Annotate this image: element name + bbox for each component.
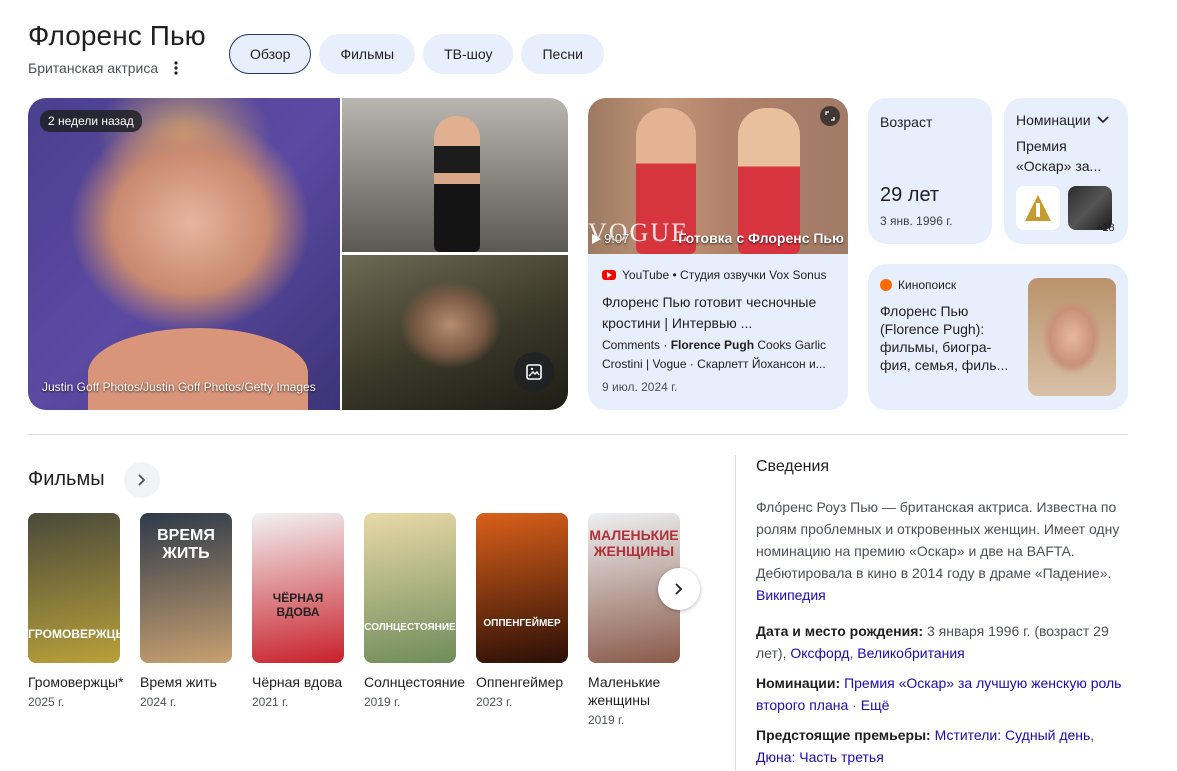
film-title: Время жить [140, 674, 217, 690]
fact-birth: Дата и место рождения: 3 января 1996 г. … [756, 623, 1109, 661]
about-description: Фло́ренс Роуз Пью — британская актриса. … [756, 499, 1120, 603]
video-snippet: Comments · Florence Pugh Cooks Garlic Cr… [602, 338, 827, 371]
subtitle: Британская актриса [28, 60, 159, 76]
photo-bottom-right[interactable] [342, 255, 568, 410]
tab-bar: Обзор Фильмы ТВ-шоу Песни [229, 34, 604, 74]
vertical-divider [735, 455, 736, 771]
video-date: 9 июл. 2024 г. [602, 380, 678, 394]
upcoming-link-2[interactable]: Дюна: Часть третья [756, 749, 884, 765]
expand-icon[interactable] [820, 106, 840, 126]
main-photo[interactable]: 2 недели назад Justin Goff Photos/Justin… [28, 98, 340, 410]
film-title: Чёрная вдова [252, 674, 343, 690]
kinopoisk-photo[interactable] [1028, 278, 1116, 396]
youtube-icon [602, 270, 616, 280]
film-year: 2024 г. [140, 695, 177, 709]
chevron-right-icon [675, 583, 683, 595]
film-card[interactable]: ГРОМОВЕРЖЦЫ Громовержцы* 2025 г. [28, 513, 124, 709]
film-card[interactable]: СОЛНЦЕСТОЯНИЕ Солнцестояние 2019 г. [364, 513, 466, 709]
film-poster: ОППЕНГЕЙМЕР [476, 513, 568, 663]
film-poster: ЧЁРНАЯ ВДОВА [252, 513, 344, 663]
chevron-right-icon [138, 474, 146, 486]
tab-overview[interactable]: Обзор [229, 34, 312, 74]
page-title: Флоренс Пью [28, 20, 206, 51]
oscar-icon[interactable] [1016, 186, 1060, 230]
tab-songs[interactable]: Песни [521, 34, 604, 74]
oxford-link[interactable]: Оксфорд [790, 645, 849, 661]
film-poster: ВРЕМЯ ЖИТЬ [140, 513, 232, 663]
age-label: Возраст [880, 114, 933, 130]
film-year: 2021 г. [252, 695, 289, 709]
video-duration: 9:07 [592, 231, 629, 246]
kinopoisk-card[interactable]: Кинопоиск Флоренс Пью (Florence Pugh): ф… [868, 264, 1128, 410]
film-card[interactable]: МАЛЕНЬКИЕ ЖЕНЩИНЫ Маленькие женщины 2019… [588, 513, 682, 727]
kinopoisk-icon [880, 279, 892, 291]
kinopoisk-source: Кинопоиск [880, 278, 956, 292]
film-year: 2023 г. [476, 695, 513, 709]
divider [28, 434, 1128, 435]
film-poster: СОЛНЦЕСТОЯНИЕ [364, 513, 456, 663]
uk-link[interactable]: Великобритания [857, 645, 965, 661]
birth-date: 3 янв. 1996 г. [880, 214, 953, 228]
film-title: Оппенгеймер [476, 674, 564, 690]
fact-nominations: Номинации: Премия «Оскар» за лучшую женс… [756, 675, 1122, 713]
play-icon [592, 233, 601, 244]
kinopoisk-title[interactable]: Флоренс Пью (Florence Pugh): фильмы, био… [880, 302, 1020, 374]
film-title: Громовержцы* [28, 674, 124, 690]
image-gallery-icon[interactable] [514, 352, 554, 392]
more-count: +18 [1096, 222, 1115, 234]
fact-upcoming: Предстоящие премьеры: Мстители: Судный д… [756, 727, 1095, 765]
video-card[interactable]: VOGUE 9:07 Готовка с Флоренс Пью YouTube… [588, 98, 848, 410]
photo-top-right[interactable] [342, 98, 568, 252]
image-collage: 2 недели назад Justin Goff Photos/Justin… [28, 98, 568, 410]
subtitle-row: Британская актриса [28, 60, 184, 76]
film-card[interactable]: ВРЕМЯ ЖИТЬ Время жить 2024 г. [140, 513, 234, 709]
films-more-button[interactable] [124, 462, 160, 498]
tab-films[interactable]: Фильмы [319, 34, 416, 74]
photo-credit: Justin Goff Photos/Justin Goff Photos/Ge… [42, 380, 316, 394]
video-caption: Готовка с Флоренс Пью [678, 230, 844, 246]
film-year: 2019 г. [364, 695, 401, 709]
film-year: 2025 г. [28, 695, 65, 709]
carousel-next-button[interactable] [658, 568, 700, 610]
time-badge: 2 недели назад [40, 110, 142, 132]
film-title: Маленькие женщины [588, 674, 661, 708]
nominations-card[interactable]: Номинации Премия «Оскар» за... +18 [1004, 98, 1128, 244]
wikipedia-link[interactable]: Википедия [756, 587, 826, 603]
nominations-dropdown[interactable]: Номинации [1016, 112, 1109, 128]
tab-tv-shows[interactable]: ТВ-шоу [423, 34, 514, 74]
nominations-text: Премия «Оскар» за... [1016, 138, 1102, 174]
age-card[interactable]: Возраст 29 лет 3 янв. 1996 г. [868, 98, 992, 244]
about-heading: Сведения [756, 458, 830, 475]
more-nominations-link[interactable]: Ещё [861, 697, 890, 713]
films-heading: Фильмы [28, 468, 105, 490]
age-value: 29 лет [880, 184, 940, 206]
chevron-down-icon [1096, 116, 1109, 124]
film-poster: ГРОМОВЕРЖЦЫ [28, 513, 120, 663]
more-options-icon[interactable] [168, 60, 184, 76]
film-year: 2019 г. [588, 713, 625, 727]
upcoming-link-1[interactable]: Мстители: Судный день [935, 727, 1091, 743]
film-card[interactable]: ЧЁРНАЯ ВДОВА Чёрная вдова 2021 г. [252, 513, 346, 709]
film-card[interactable]: ОППЕНГЕЙМЕР Оппенгеймер 2023 г. [476, 513, 570, 709]
video-source: YouTube • Студия озвучки Vox Sonus [602, 268, 827, 282]
video-title[interactable]: Флоренс Пью готовит чесночные кростини |… [602, 292, 838, 334]
video-thumbnail[interactable]: VOGUE 9:07 Готовка с Флоренс Пью [588, 98, 848, 254]
film-title: Солнцестояние [364, 674, 466, 690]
